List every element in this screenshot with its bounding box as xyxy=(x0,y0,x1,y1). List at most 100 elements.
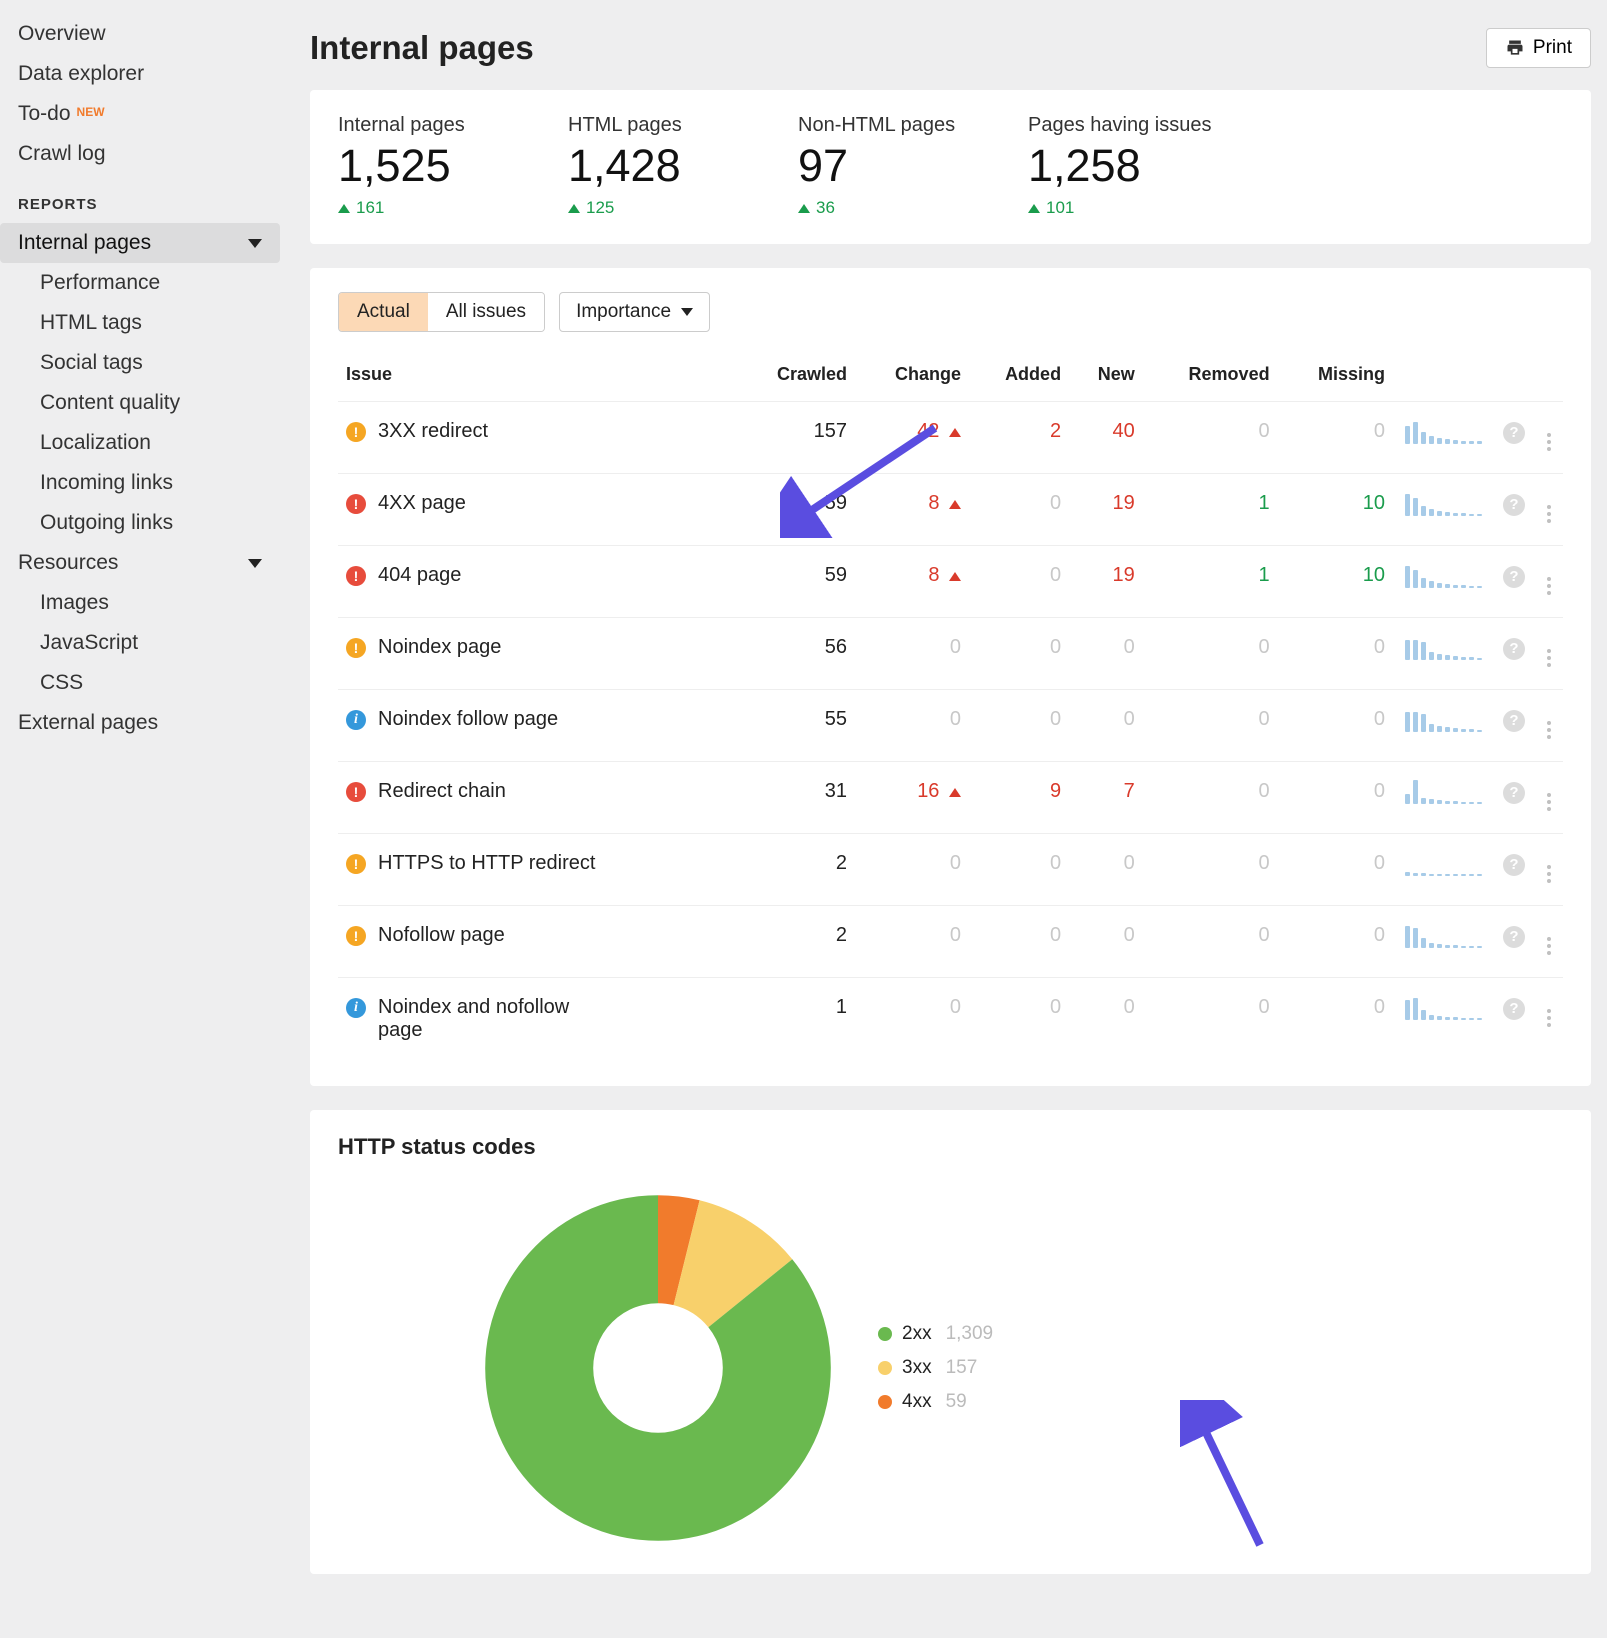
help-icon[interactable]: ? xyxy=(1503,710,1525,732)
cell-removed: 0 xyxy=(1143,906,1278,978)
legend-dot-icon xyxy=(878,1327,892,1341)
legend-item[interactable]: 4xx59 xyxy=(878,1391,993,1413)
sidebar-subitem[interactable]: Content quality xyxy=(0,383,280,423)
cell-removed: 0 xyxy=(1143,402,1278,474)
issues-table: Issue Crawled Change Added New Removed M… xyxy=(338,354,1563,1060)
kebab-menu-icon[interactable] xyxy=(1543,933,1555,959)
sidebar-subitem[interactable]: Social tags xyxy=(0,343,280,383)
table-row[interactable]: !Redirect chain3116 9700? xyxy=(338,762,1563,834)
cell-crawled: 56 xyxy=(735,618,855,690)
dropdown-label: Importance xyxy=(576,301,671,323)
kebab-menu-icon[interactable] xyxy=(1543,1005,1555,1031)
table-row[interactable]: !Noindex page5600000? xyxy=(338,618,1563,690)
segmented-control: Actual All issues xyxy=(338,292,545,332)
col-new: New xyxy=(1069,354,1143,402)
col-change: Change xyxy=(855,354,969,402)
col-removed: Removed xyxy=(1143,354,1278,402)
legend-dot-icon xyxy=(878,1361,892,1375)
issue-name: Noindex page xyxy=(378,636,501,659)
sidebar-item-label: Resources xyxy=(18,551,118,575)
kpi-label: Internal pages xyxy=(338,114,508,137)
help-icon[interactable]: ? xyxy=(1503,422,1525,444)
legend-item[interactable]: 3xx 157 xyxy=(878,1357,993,1379)
err-icon: ! xyxy=(346,782,366,802)
help-icon[interactable]: ? xyxy=(1503,566,1525,588)
chart-legend: 2xx1,309 3xx 157 4xx59 xyxy=(878,1323,993,1413)
legend-value: 59 xyxy=(946,1391,967,1413)
cell-new: 19 xyxy=(1069,474,1143,546)
table-row[interactable]: iNoindex and nofollow page100000? xyxy=(338,978,1563,1061)
sidebar-item[interactable]: To-doNEW xyxy=(0,94,280,134)
sparkline xyxy=(1405,780,1485,804)
warn-icon: ! xyxy=(346,926,366,946)
sidebar-item-label: To-doNEW xyxy=(18,102,105,126)
help-icon[interactable]: ? xyxy=(1503,926,1525,948)
sidebar-subitem[interactable]: JavaScript xyxy=(0,623,280,663)
table-row[interactable]: !Nofollow page200000? xyxy=(338,906,1563,978)
cell-removed: 1 xyxy=(1143,546,1278,618)
importance-dropdown[interactable]: Importance xyxy=(559,292,710,332)
print-icon xyxy=(1505,38,1525,58)
sidebar-item-external-pages[interactable]: External pages xyxy=(0,703,280,743)
kpi-delta: 161 xyxy=(338,198,508,218)
cell-added: 2 xyxy=(969,402,1069,474)
cell-new: 0 xyxy=(1069,978,1143,1061)
help-icon[interactable]: ? xyxy=(1503,494,1525,516)
info-icon: i xyxy=(346,998,366,1018)
kebab-menu-icon[interactable] xyxy=(1543,717,1555,743)
table-row[interactable]: iNoindex follow page5500000? xyxy=(338,690,1563,762)
triangle-up-icon xyxy=(798,204,810,213)
sidebar-item[interactable]: Crawl log xyxy=(0,134,280,174)
table-row[interactable]: !HTTPS to HTTP redirect200000? xyxy=(338,834,1563,906)
help-icon[interactable]: ? xyxy=(1503,854,1525,876)
triangle-up-icon xyxy=(949,500,961,509)
kebab-menu-icon[interactable] xyxy=(1543,861,1555,887)
issue-name: 404 page xyxy=(378,564,461,587)
tab-all-issues[interactable]: All issues xyxy=(428,293,544,331)
kpi-value: 1,428 xyxy=(568,143,738,188)
sidebar-subitem[interactable]: Images xyxy=(0,583,280,623)
kebab-menu-icon[interactable] xyxy=(1543,429,1555,455)
sidebar-subitem[interactable]: CSS xyxy=(0,663,280,703)
sidebar-item[interactable]: Overview xyxy=(0,14,280,54)
sidebar-item[interactable]: Data explorer xyxy=(0,54,280,94)
cell-added: 0 xyxy=(969,474,1069,546)
sidebar-item-internal-pages[interactable]: Internal pages xyxy=(0,223,280,263)
sidebar-item-resources[interactable]: Resources xyxy=(0,543,280,583)
sidebar-subitem[interactable]: Incoming links xyxy=(0,463,280,503)
sidebar-subitem[interactable]: Localization xyxy=(0,423,280,463)
sidebar-item-label: Data explorer xyxy=(18,62,144,86)
issue-name: 3XX redirect xyxy=(378,420,488,443)
issue-name: Redirect chain xyxy=(378,780,506,803)
print-button[interactable]: Print xyxy=(1486,28,1591,68)
kebab-menu-icon[interactable] xyxy=(1543,573,1555,599)
sparkline xyxy=(1405,996,1485,1020)
sidebar-subitem[interactable]: Performance xyxy=(0,263,280,303)
table-row[interactable]: !3XX redirect15742 24000? xyxy=(338,402,1563,474)
legend-value: 157 xyxy=(946,1357,978,1379)
info-icon: i xyxy=(346,710,366,730)
help-icon[interactable]: ? xyxy=(1503,998,1525,1020)
kebab-menu-icon[interactable] xyxy=(1543,645,1555,671)
donut-chart[interactable] xyxy=(478,1188,838,1548)
sidebar-subitem[interactable]: HTML tags xyxy=(0,303,280,343)
kpi-value: 1,525 xyxy=(338,143,508,188)
help-icon[interactable]: ? xyxy=(1503,638,1525,660)
table-row[interactable]: !4XX page598 019110? xyxy=(338,474,1563,546)
kpi-delta: 36 xyxy=(798,198,968,218)
kebab-menu-icon[interactable] xyxy=(1543,501,1555,527)
sidebar-subitem[interactable]: Outgoing links xyxy=(0,503,280,543)
col-missing: Missing xyxy=(1278,354,1393,402)
kpi-card: Internal pages1,525161HTML pages1,428125… xyxy=(310,90,1591,244)
cell-new: 0 xyxy=(1069,906,1143,978)
legend-value: 1,309 xyxy=(946,1323,994,1345)
kebab-menu-icon[interactable] xyxy=(1543,789,1555,815)
col-crawled: Crawled xyxy=(735,354,855,402)
cell-missing: 0 xyxy=(1278,690,1393,762)
tab-actual[interactable]: Actual xyxy=(339,293,428,331)
table-row[interactable]: !404 page598 019110? xyxy=(338,546,1563,618)
cell-crawled: 2 xyxy=(735,906,855,978)
legend-label: 3xx xyxy=(902,1357,932,1379)
legend-item[interactable]: 2xx1,309 xyxy=(878,1323,993,1345)
help-icon[interactable]: ? xyxy=(1503,782,1525,804)
